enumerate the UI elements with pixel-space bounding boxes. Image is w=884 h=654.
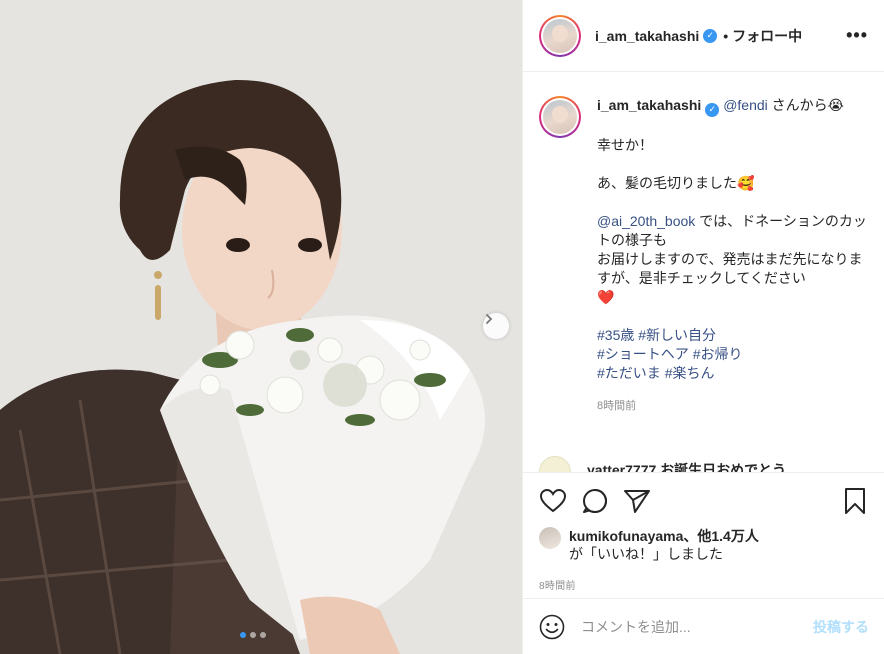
mention-link[interactable]: @fendi bbox=[723, 97, 768, 113]
add-comment-bar: 投稿する bbox=[523, 598, 884, 654]
post-header: i_am_takahashi ✓ • フォロー中 ••• bbox=[523, 0, 884, 72]
comment-text: yatter7777 お誕生日おめでとう bbox=[587, 462, 787, 472]
emoji-smiley-icon[interactable] bbox=[539, 614, 565, 640]
verified-badge-icon: ✓ bbox=[705, 102, 720, 117]
likes-count[interactable]: 、他1.4万人 bbox=[683, 528, 758, 544]
caption-username[interactable]: i_am_takahashi bbox=[597, 97, 701, 113]
hashtag-link[interactable]: #35歳 bbox=[597, 327, 634, 343]
post-sidebar: i_am_takahashi ✓ • フォロー中 ••• i_am_takaha… bbox=[522, 0, 884, 654]
header-avatar[interactable] bbox=[539, 14, 581, 57]
comment-input[interactable] bbox=[581, 618, 813, 635]
next-photo-button[interactable] bbox=[483, 313, 509, 339]
hashtag-link[interactable]: #お帰り bbox=[693, 346, 743, 362]
header-username[interactable]: i_am_takahashi bbox=[595, 28, 699, 44]
carousel-indicator bbox=[240, 632, 266, 638]
bookmark-icon[interactable] bbox=[841, 487, 869, 515]
post-comment-button[interactable]: 投稿する bbox=[813, 617, 869, 637]
comment-item: yatter7777 お誕生日おめでとう bbox=[539, 456, 786, 472]
caption-text: あ、髪の毛切りました🥰 bbox=[597, 174, 755, 191]
follow-status[interactable]: • フォロー中 bbox=[723, 26, 802, 46]
post-timestamp[interactable]: 8時間前 bbox=[539, 577, 869, 592]
hashtag-link[interactable]: #ただいま bbox=[597, 365, 661, 381]
carousel-dot-3 bbox=[260, 632, 266, 638]
likes-summary: kumikofunayama、他1.4万人 が「いいね！」しました bbox=[539, 527, 869, 563]
hashtags: #35歳 #新しい自分 #ショートヘア #お帰り #ただいま #楽ちん bbox=[597, 326, 868, 383]
mention-link[interactable]: @ai_20th_book bbox=[597, 213, 695, 229]
photo-illustration bbox=[0, 0, 522, 654]
caption-timestamp[interactable]: 8時間前 bbox=[597, 397, 868, 416]
share-send-icon[interactable] bbox=[623, 487, 651, 515]
carousel-dot-1 bbox=[240, 632, 246, 638]
more-options-icon[interactable]: ••• bbox=[846, 25, 868, 46]
post-actions: kumikofunayama、他1.4万人 が「いいね！」しました 8時間前 bbox=[523, 472, 884, 592]
like-heart-icon[interactable] bbox=[539, 487, 567, 515]
liker-avatar[interactable] bbox=[539, 527, 561, 549]
action-icons bbox=[539, 485, 869, 517]
hashtag-link[interactable]: #楽ちん bbox=[665, 365, 715, 381]
hashtag-link[interactable]: #新しい自分 bbox=[638, 327, 716, 343]
post-caption: i_am_takahashi ✓ @fendi さんから😭 幸せか！ あ、髪の毛切… bbox=[539, 96, 868, 416]
likes-suffix: が「いいね！」しました bbox=[569, 546, 723, 562]
comment-bubble-icon[interactable] bbox=[581, 487, 609, 515]
chevron-right-icon bbox=[486, 314, 493, 324]
hashtag-link[interactable]: #ショートヘア bbox=[597, 346, 689, 362]
caption-text: @ai_20th_book では、ドネーションのカットの様子も お届けしますので… bbox=[597, 212, 867, 305]
verified-badge-icon: ✓ bbox=[703, 28, 718, 43]
comments-section[interactable]: i_am_takahashi ✓ @fendi さんから😭 幸せか！ あ、髪の毛切… bbox=[523, 72, 884, 472]
heart-emoji-icon: ❤️ bbox=[597, 288, 615, 305]
carousel-dot-2 bbox=[250, 632, 256, 638]
comment-avatar[interactable] bbox=[539, 456, 571, 472]
liker-username[interactable]: kumikofunayama bbox=[569, 528, 683, 544]
caption-text: 幸せか！ bbox=[597, 136, 653, 153]
caption-text: さんから😭 bbox=[767, 97, 845, 113]
post-photo[interactable] bbox=[0, 0, 522, 654]
caption-avatar[interactable] bbox=[539, 96, 581, 138]
